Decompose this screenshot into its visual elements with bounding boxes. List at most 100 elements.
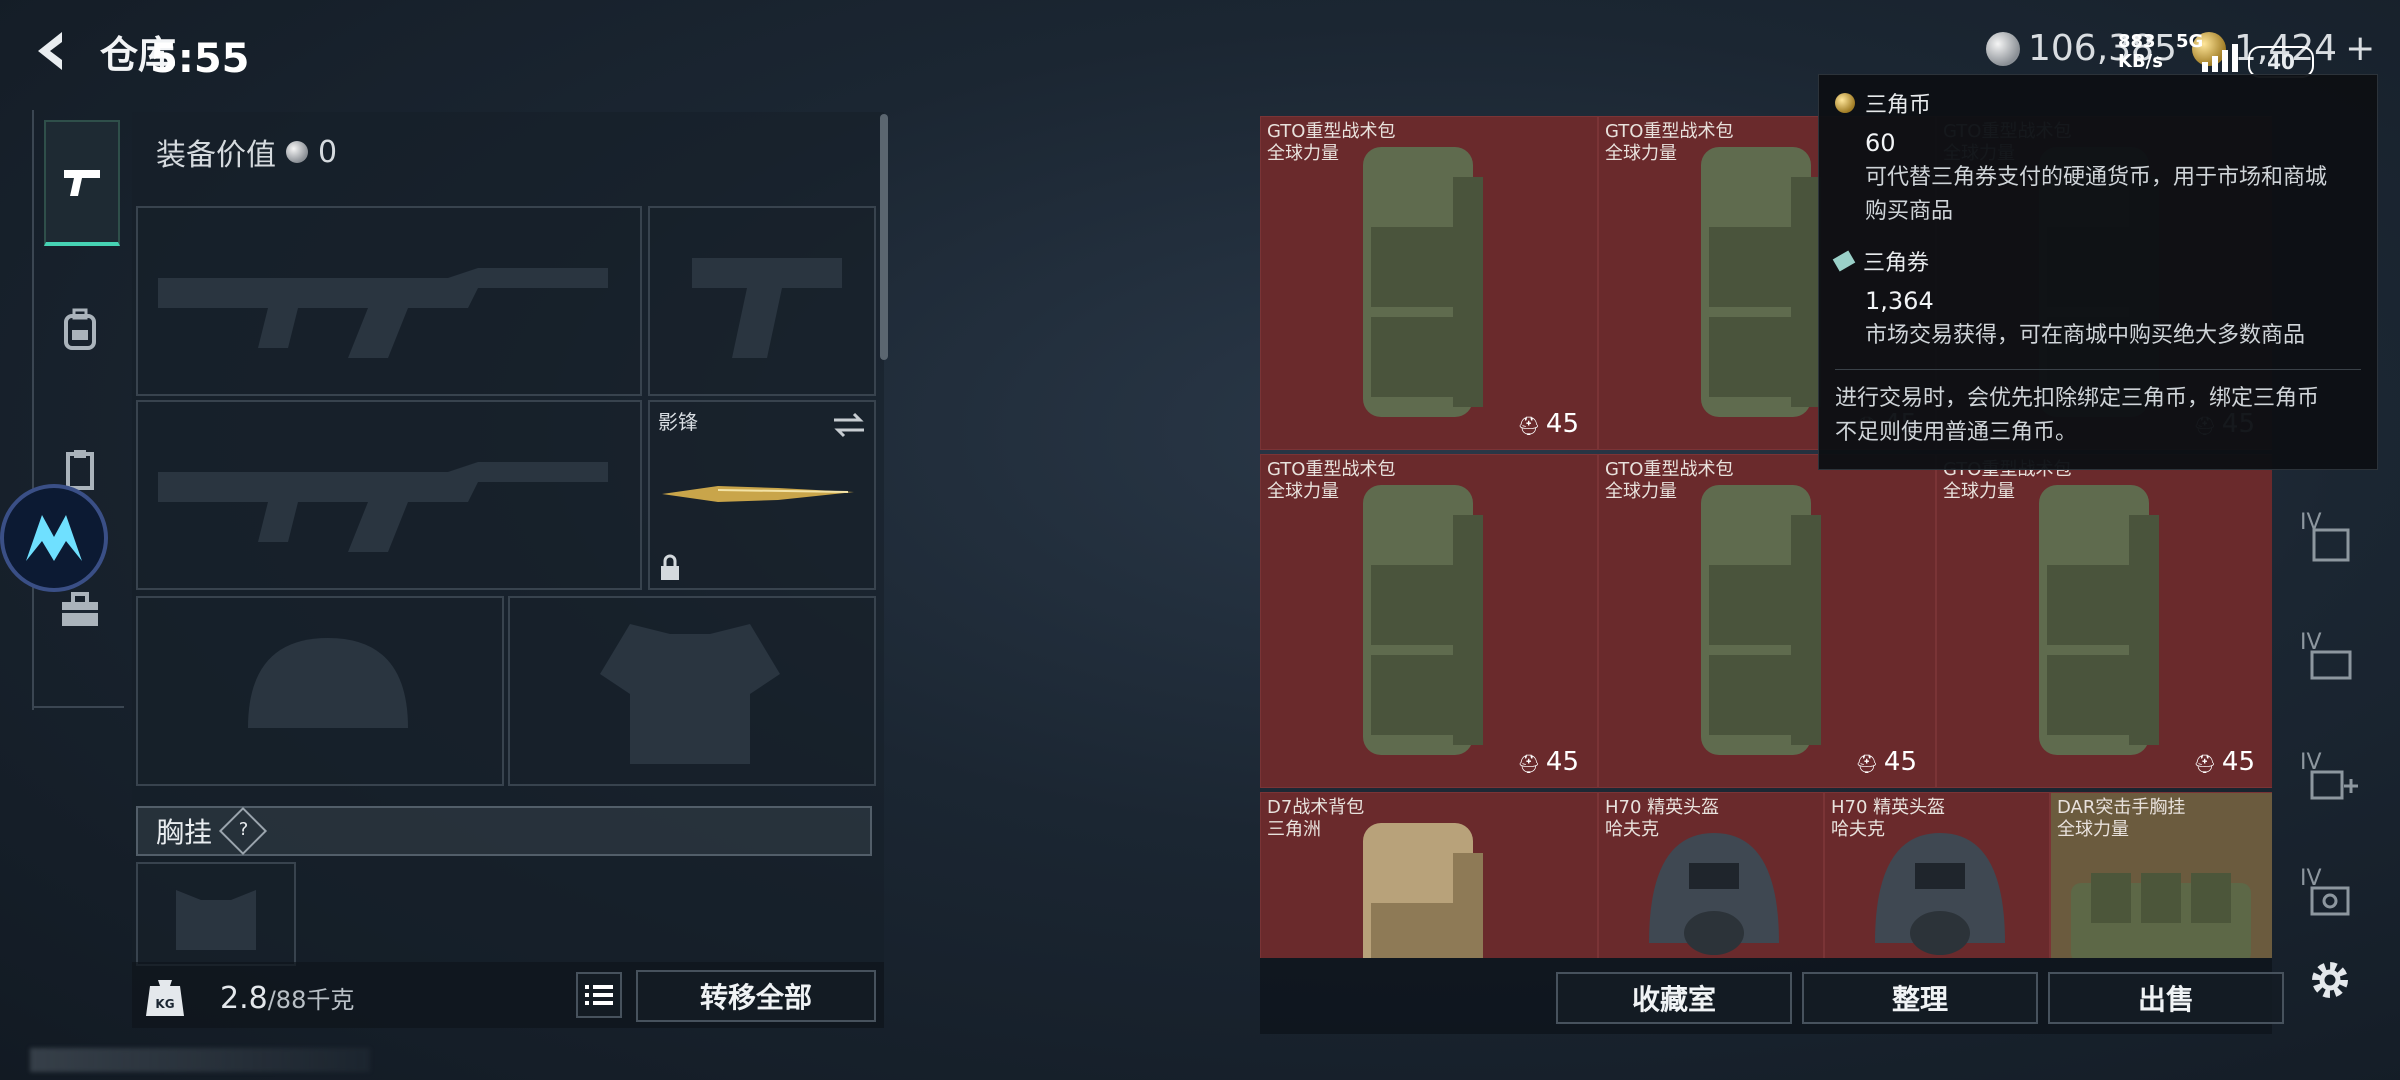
chest-rig-slot[interactable] [136, 862, 296, 966]
item-name: GTO重型战术包 [1605, 121, 1734, 142]
coin-amount: 60 [1865, 129, 1896, 157]
backpack-icon [1363, 147, 1483, 417]
item-name: H70 精英头盔 [1831, 797, 1946, 818]
rail-item-storage-4[interactable]: IV [2300, 866, 2360, 926]
signal-icon [2202, 44, 2238, 72]
triangle-coin-icon [1835, 93, 1855, 113]
item-label: D7战术背包 三角洲 [1267, 797, 1364, 841]
value-coin-icon [286, 141, 308, 163]
vest-silhouette-icon [176, 890, 256, 950]
rail-weapons-tab[interactable] [44, 120, 120, 246]
equipment-value-label: 装备价值 [156, 138, 276, 173]
carry-weight-cap: /88千克 [267, 986, 355, 1014]
sort-button[interactable]: 整理 [1802, 972, 2038, 1024]
help-icon[interactable]: ? [218, 806, 268, 856]
storage-item[interactable]: GTO重型战术包全球力量 ⛑ 45 [1260, 454, 1598, 788]
add-currency-button[interactable]: + [2345, 28, 2375, 69]
sell-button[interactable]: 出售 [2048, 972, 2284, 1024]
storage-item[interactable]: GTO重型战术包全球力量⛑ 45 [1936, 454, 2272, 788]
item-name: GTO重型战术包 [1267, 459, 1396, 480]
network-speed: 883 KB/s [2118, 31, 2163, 72]
armor-slot[interactable] [508, 596, 876, 786]
item-label: GTO重型战术包全球力量 [1267, 121, 1395, 165]
item-brand: 哈夫克 [1605, 819, 1659, 840]
item-name: GTO重型战术包 [1605, 459, 1734, 480]
back-arrow-icon[interactable] [28, 26, 78, 76]
item-brand: 全球力量 [1943, 481, 2015, 502]
backpack-icon [1701, 147, 1821, 417]
rail-backpack-tab[interactable] [44, 270, 116, 390]
secondary-weapon-slot[interactable] [136, 400, 642, 590]
durability-icon: ⛑ [1855, 754, 1884, 775]
knife-icon [662, 486, 854, 502]
ticket-heading: 三角券 [1832, 245, 2361, 277]
status-clock: 5:55 [150, 36, 250, 82]
pistol-slot[interactable] [648, 206, 876, 396]
lock-icon [661, 554, 679, 580]
item-name: DAR突击手胸挂 [2057, 797, 2186, 818]
storage-item[interactable]: H70 精英头盔 哈夫克 [1598, 792, 1824, 958]
rifle-silhouette-icon [158, 268, 608, 358]
weight-icon: KG [146, 976, 184, 1016]
item-label: GTO重型战术包全球力量 [1267, 459, 1395, 503]
assistant-logo-icon [26, 515, 82, 561]
backpack-icon [1363, 485, 1483, 755]
storage-item[interactable]: D7战术背包 三角洲 [1260, 792, 1598, 958]
swap-arrows-icon[interactable] [832, 410, 866, 440]
item-brand: 哈夫克 [1831, 819, 1885, 840]
item-durability: ⛑ 45 [1855, 747, 1917, 777]
item-durability: ⛑ 45 [1517, 747, 1579, 777]
primary-weapon-slot[interactable] [136, 206, 642, 396]
chest-rig-label: 胸挂 [156, 816, 213, 849]
carry-weight: 2.8/88千克 [220, 980, 354, 1016]
pistol-silhouette-icon [692, 258, 842, 358]
durability-icon: ⛑ [2193, 754, 2222, 775]
rail-item-storage-1[interactable]: IV [2300, 510, 2360, 570]
transfer-all-button[interactable]: 转移全部 [636, 970, 876, 1022]
melee-slot[interactable]: 影锋 [648, 400, 876, 590]
backpack-icon [64, 308, 96, 350]
item-label: DAR突击手胸挂 全球力量 [2057, 797, 2185, 841]
melee-name: 影锋 [658, 410, 698, 434]
ticket-amount: 1,364 [1865, 287, 1934, 315]
floating-assistant-logo[interactable] [0, 484, 108, 592]
storage-item[interactable]: GTO重型战术包全球力量 ⛑ 45 [1598, 454, 1936, 788]
coin-name: 三角币 [1865, 93, 1932, 118]
rail-item-storage-3[interactable]: IV [2300, 750, 2360, 810]
settings-gear-icon[interactable] [2300, 950, 2360, 1010]
storage-item[interactable]: DAR突击手胸挂 全球力量 [2050, 792, 2272, 958]
durability-value: 45 [1545, 747, 1579, 777]
item-brand: 全球力量 [1267, 481, 1339, 502]
weight-icon-text: KG [155, 997, 174, 1011]
coin-heading: 三角币 [1835, 87, 2361, 119]
backpack-icon [2039, 485, 2159, 755]
item-brand: 全球力量 [1605, 143, 1677, 164]
toolbox-icon [62, 592, 98, 626]
pistol-icon [64, 170, 100, 196]
item-label: GTO重型战术包全球力量 [1605, 459, 1733, 503]
item-name: D7战术背包 [1267, 797, 1365, 818]
durability-icon: ⛑ [1517, 416, 1546, 437]
durability-value: 45 [2221, 747, 2255, 777]
item-label: H70 精英头盔 哈夫克 [1831, 797, 1945, 841]
ticket-icon [1832, 250, 1856, 272]
coin-desc-2: 购买商品 [1865, 199, 1954, 224]
collection-room-button[interactable]: 收藏室 [1556, 972, 1792, 1024]
tooltip-footer-2: 不足则使用普通三角币。 [1835, 420, 2078, 445]
list-view-button[interactable] [576, 972, 622, 1018]
rail-item-storage-2[interactable]: IV [2300, 630, 2360, 690]
ticket-name: 三角券 [1863, 251, 1930, 276]
loadout-scrollbar[interactable] [880, 114, 888, 360]
equipment-value: 装备价值 0 [156, 130, 337, 174]
item-brand: 三角洲 [1267, 819, 1321, 840]
item-durability: ⛑ 45 [2193, 747, 2255, 777]
storage-item[interactable]: H70 精英头盔 哈夫克 [1824, 792, 2050, 958]
helmet-silhouette-icon [248, 638, 408, 728]
equipment-value-amount: 0 [318, 134, 338, 170]
durability-value: 45 [1883, 747, 1917, 777]
storage-item[interactable]: GTO重型战术包全球力量⛑ 45 [1260, 116, 1598, 450]
helmet-icon [1649, 833, 1779, 955]
backpack-icon [1701, 485, 1821, 755]
item-brand: 全球力量 [1267, 143, 1339, 164]
helmet-slot[interactable] [136, 596, 504, 786]
